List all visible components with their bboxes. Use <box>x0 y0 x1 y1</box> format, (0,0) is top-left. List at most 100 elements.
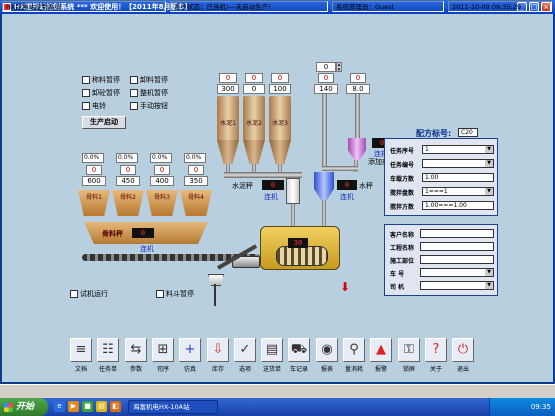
weigh-pause-checkbox[interactable]: 称料暂停 <box>82 75 120 85</box>
water-red: 0 <box>318 73 334 83</box>
hopper-pause-checkbox[interactable]: 料斗暂停 <box>156 289 194 299</box>
recipe-load-field[interactable]: 1.00 <box>422 173 494 182</box>
toolbar-button-simulate[interactable]: + <box>179 338 201 362</box>
toolbar-label-report: 报表 <box>320 366 333 373</box>
agg-3-pct[interactable]: 0.0% <box>150 153 172 163</box>
toolbar-button-about[interactable]: ? <box>425 338 447 362</box>
trial-run-label: 试机运行 <box>80 290 108 298</box>
delivery-icon: ▤ <box>265 342 279 357</box>
browser-icon[interactable]: e <box>54 401 65 412</box>
toolbar-label-query: 量消耗 <box>344 366 363 373</box>
recipe-batches-dropdown[interactable]: 1===1 ▼ <box>422 187 494 196</box>
explorer-icon[interactable]: ▤ <box>96 401 107 412</box>
project-name-field[interactable] <box>420 242 494 251</box>
toolbar-label-delivery: 送货单 <box>262 366 281 373</box>
recipe-volume-label: 搅拌方数 <box>390 204 415 211</box>
additive-pipe <box>355 94 360 138</box>
toolbar-label-simulate: 仿真 <box>183 366 196 373</box>
water-spin-input[interactable]: 0 <box>316 62 336 72</box>
alarm-icon: ▲ <box>376 342 386 357</box>
toolbar-label-about: 关于 <box>429 366 442 373</box>
toolbar-button-options[interactable]: ✓ <box>234 338 256 362</box>
vehicle-no-label: 车 号 <box>390 271 405 278</box>
toolbar-button-vehicle[interactable]: ⛟ <box>288 338 310 362</box>
bell-checkbox[interactable]: 电铃 <box>82 101 106 111</box>
water-pipe <box>322 94 327 166</box>
agg-2-pct[interactable]: 0.0% <box>116 153 138 163</box>
unload-pause-checkbox[interactable]: 卸料暂停 <box>130 75 168 85</box>
toolbar-button-task[interactable]: ☷ <box>97 338 119 362</box>
toolbar-label-exit: 退出 <box>456 366 469 373</box>
driver-dropdown[interactable]: ▼ <box>420 281 494 290</box>
weigh-pause-label: 称料暂停 <box>92 76 120 84</box>
agg-1-value: 600 <box>82 176 106 186</box>
cement-silo-3: 水泥3 <box>269 96 291 140</box>
recipe-volume-field[interactable]: 1.00===1.00 <box>422 201 494 210</box>
trial-run-checkbox[interactable]: 试机运行 <box>70 289 108 299</box>
toolbar-button-exit[interactable]: ⏻ <box>452 338 474 362</box>
vehicle-no-dropdown[interactable]: ▼ <box>420 268 494 277</box>
toolbar-label-vehicle: 车记录 <box>289 366 308 373</box>
chevron-down-icon[interactable]: ▼ <box>485 160 493 167</box>
customer-name-field[interactable] <box>420 229 494 238</box>
site-part-field[interactable] <box>420 255 494 264</box>
query-icon: ⚲ <box>349 342 359 357</box>
bone-pause-checkbox[interactable]: 卸砼暂停 <box>82 88 120 98</box>
status-state: 系统状态：已连机!---未启动生产! <box>170 1 328 12</box>
silo-2-red: 0 <box>245 73 263 83</box>
recipe-task-seq-dropdown[interactable]: 1 ▼ <box>422 145 494 154</box>
simulate-icon: + <box>184 342 196 357</box>
project-name-label: 工程名称 <box>390 245 415 252</box>
folder-icon[interactable]: ◧ <box>110 401 121 412</box>
water-to-mixer-pipe <box>322 200 326 226</box>
options-icon: ✓ <box>239 342 251 357</box>
system-tray: 09:35 <box>489 398 555 416</box>
water-scale-label: 水秤 <box>359 182 373 190</box>
agg-1-pct[interactable]: 0.0% <box>82 153 104 163</box>
toolbar-button-delivery[interactable]: ▤ <box>261 338 283 362</box>
water-spin-arrows[interactable]: ▴ ▾ <box>336 62 342 73</box>
aggregate-belt-display: 0 <box>132 228 154 238</box>
desktop-icon[interactable]: ■ <box>82 401 93 412</box>
aggregate-conn-label: 连机 <box>140 245 154 253</box>
toolbar-button-mix[interactable]: ⊞ <box>152 338 174 362</box>
start-production-button[interactable]: 生产启动 <box>82 116 126 129</box>
recipe-task-no-label: 任务编号 <box>390 162 415 169</box>
cement-scale-hopper <box>286 178 300 204</box>
chevron-down-icon[interactable]: ▼ <box>485 269 493 276</box>
toolbar-button-query[interactable]: ⚲ <box>343 338 365 362</box>
tray-clock: 09:35 <box>530 403 551 411</box>
chevron-down-icon[interactable]: ▼ <box>485 146 493 153</box>
silo-3-label: 水泥3 <box>272 120 288 127</box>
manual-button-checkbox[interactable]: 手动按钮 <box>130 101 168 111</box>
silo-3-value: 100 <box>269 84 291 94</box>
machine-pause-checkbox[interactable]: 整机暂停 <box>130 88 168 98</box>
agg-1-red: 0 <box>86 165 102 175</box>
taskbar-app-button[interactable]: 海富机电HX-10A站 <box>128 400 218 414</box>
toolbar-button-alarm[interactable]: ▲ <box>370 338 392 362</box>
toolbar-label-lock: 锁屏 <box>402 366 415 373</box>
toolbar-button-stock[interactable]: ⇩ <box>207 338 229 362</box>
toolbar-button-doc[interactable]: ≡ <box>70 338 92 362</box>
toolbar-label-doc: 文档 <box>74 366 87 373</box>
water-additive-conveyor <box>322 166 358 171</box>
task-icon: ☷ <box>102 342 114 357</box>
machine-pause-label: 整机暂停 <box>140 89 168 97</box>
additive-red: 0 <box>350 73 366 83</box>
status-app: HX搅拌站控制系统 <box>2 1 166 12</box>
media-icon[interactable]: ▶ <box>68 401 79 412</box>
agg-4-value: 350 <box>184 176 208 186</box>
recipe-task-no-dropdown[interactable]: ▼ <box>422 159 494 168</box>
toolbar-button-params[interactable]: ⇆ <box>125 338 147 362</box>
agg-4-pct[interactable]: 0.0% <box>184 153 206 163</box>
toolbar-button-lock[interactable]: ⚿ <box>398 338 420 362</box>
windows-logo-icon <box>4 403 13 412</box>
recipe-task-seq-value: 1 <box>425 146 429 153</box>
chevron-down-icon[interactable]: ▼ <box>485 282 493 289</box>
toolbar-label-options: 选项 <box>238 366 251 373</box>
recipe-grade-field[interactable]: C20 <box>458 128 478 137</box>
toolbar-button-report[interactable]: ◉ <box>316 338 338 362</box>
cement-conn-label: 连机 <box>264 193 278 201</box>
chevron-down-icon[interactable]: ▼ <box>485 188 493 195</box>
unload-pause-label: 卸料暂停 <box>140 76 168 84</box>
